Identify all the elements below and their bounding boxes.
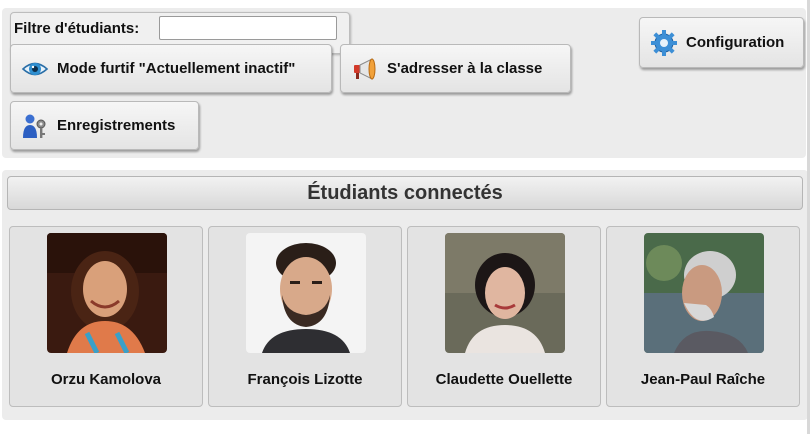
connected-students-title: Étudiants connectés [7,176,803,210]
address-class-button[interactable]: S'adresser à la classe [340,44,571,93]
student-card[interactable]: François Lizotte [208,226,402,407]
student-photo [644,233,764,353]
gear-icon [650,29,678,57]
student-photo [47,233,167,353]
eye-icon [21,55,49,83]
address-class-label: S'adresser à la classe [387,60,543,77]
configuration-button[interactable]: Configuration [639,17,804,68]
student-card[interactable]: Jean-Paul Raîche [606,226,800,407]
student-name: Jean-Paul Raîche [640,371,766,388]
stealth-mode-button[interactable]: Mode furtif "Actuellement inactif" [10,44,332,93]
student-name: Orzu Kamolova [50,371,162,388]
filter-input[interactable] [159,16,337,40]
student-card[interactable]: Claudette Ouellette [407,226,601,407]
filter-label: Filtre d'étudiants: [14,20,140,37]
student-name: François Lizotte [247,371,363,388]
stealth-mode-label: Mode furtif "Actuellement inactif" [57,60,296,77]
recordings-label: Enregistrements [57,117,176,134]
student-photo [246,233,366,353]
recordings-button[interactable]: Enregistrements [10,101,199,150]
student-name: Claudette Ouellette [435,371,573,388]
users-with-key-icon [21,112,49,140]
student-card[interactable]: Orzu Kamolova [9,226,203,407]
student-photo [445,233,565,353]
megaphone-icon [351,55,379,83]
configuration-label: Configuration [686,34,785,51]
